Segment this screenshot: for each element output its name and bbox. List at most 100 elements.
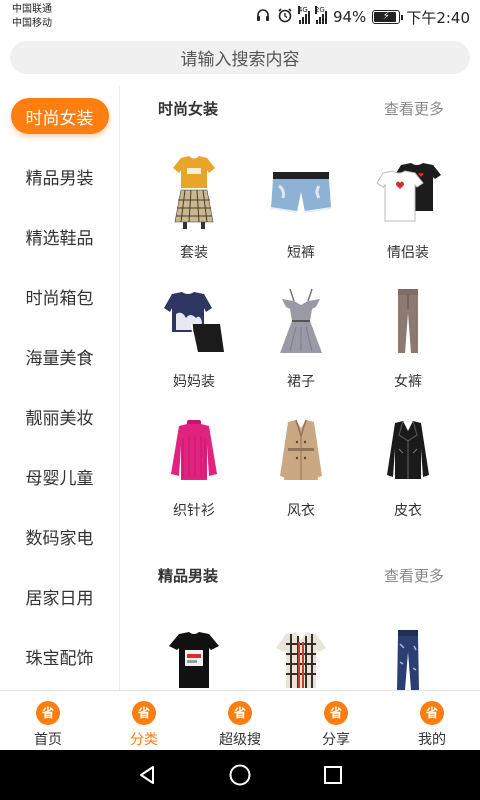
- home-icon: 省: [36, 701, 60, 725]
- subcategory-trench-coat[interactable]: 风衣: [248, 410, 355, 539]
- sidebar-item-bags[interactable]: 时尚箱包: [0, 266, 119, 326]
- sidebar-item-shoes[interactable]: 精选鞋品: [0, 206, 119, 266]
- bottom-tab-bar: 省 首页 省 分类 省 超级搜 省 分享 省 我的: [0, 690, 480, 750]
- sidebar-item-label: 珠宝配饰: [25, 648, 94, 669]
- category-icon: 省: [132, 701, 156, 725]
- leather-jacket-image: [373, 414, 443, 488]
- sidebar-item-label: 时尚女装: [10, 98, 109, 134]
- tab-home[interactable]: 省 首页: [0, 691, 96, 750]
- section-title: 精品男装: [158, 567, 219, 585]
- battery-icon: ⚡: [372, 10, 404, 24]
- tab-label: 超级搜: [219, 732, 261, 748]
- sidebar-item-label: 靓丽美妆: [25, 408, 94, 429]
- status-bar: 中国联通 中国移动 4G 2G 94% ⚡ 下午2:40: [0, 0, 480, 34]
- system-navigation-bar: [0, 750, 480, 800]
- tab-label: 分类: [130, 732, 158, 748]
- trench-coat-image: [266, 414, 336, 488]
- subcategory-label: 织针衫: [173, 503, 215, 519]
- plaid-shirt-image: [266, 623, 336, 690]
- sidebar-item-label: 数码家电: [25, 528, 94, 549]
- sidebar-item-label: 精品男装: [25, 168, 94, 189]
- dress-image: [266, 285, 336, 359]
- men-tshirt-image: [159, 623, 229, 690]
- outfit-set-image: [159, 156, 229, 230]
- search-placeholder: 请输入搜索内容: [180, 50, 300, 70]
- headset-icon: [255, 7, 271, 27]
- share-icon: 省: [324, 701, 348, 725]
- tab-super-search[interactable]: 省 超级搜: [192, 691, 288, 750]
- subcategory-skirt[interactable]: 裙子: [248, 281, 355, 410]
- carrier-2: 中国移动: [12, 18, 52, 29]
- sidebar-item-label: 时尚箱包: [25, 288, 94, 309]
- see-more-link[interactable]: 查看更多: [384, 98, 444, 119]
- subcategory-item[interactable]: [141, 619, 248, 690]
- subcategory-couple-wear[interactable]: 情侣装: [355, 152, 462, 281]
- subcategory-label: 短裤: [287, 245, 315, 261]
- men-jeans-image: [373, 623, 443, 690]
- subcategory-label: 裙子: [287, 374, 315, 390]
- search-input[interactable]: 请输入搜索内容: [10, 41, 470, 74]
- sidebar-item-label: 母婴儿童: [25, 468, 94, 489]
- status-icons: 4G 2G 94% ⚡ 下午2:40: [255, 6, 470, 28]
- recents-icon[interactable]: [321, 763, 345, 787]
- signal-icon-sim1: 4G: [297, 6, 310, 24]
- category-sidebar: 时尚女装 精品男装 精选鞋品 时尚箱包 海量美食 靓丽美妆 母婴儿童 数码家电 …: [0, 86, 120, 690]
- sidebar-item-beauty[interactable]: 靓丽美妆: [0, 386, 119, 446]
- see-more-link[interactable]: 查看更多: [384, 565, 444, 586]
- super-search-icon: 省: [228, 701, 252, 725]
- sidebar-item-jewelry[interactable]: 珠宝配饰: [0, 626, 119, 686]
- sidebar-item-food[interactable]: 海量美食: [0, 326, 119, 386]
- alarm-icon: [277, 7, 293, 27]
- sidebar-item-men-fashion[interactable]: 精品男装: [0, 146, 119, 206]
- carrier-1: 中国联通: [12, 4, 52, 15]
- sidebar-item-baby-kids[interactable]: 母婴儿童: [0, 446, 119, 506]
- home-circle-icon[interactable]: [228, 763, 252, 787]
- subcategory-label: 皮衣: [394, 503, 422, 519]
- subcategory-outfit-set[interactable]: 套装: [141, 152, 248, 281]
- subcategory-grid: 套装 短裤 情侣装 妈妈装 裙子 女裤 织针衫 风衣 皮衣: [122, 130, 480, 539]
- mom-outfit-image: [159, 285, 229, 359]
- category-content: 时尚女装 查看更多 套装 短裤 情侣装 妈妈装 裙子 女裤 织针衫 风衣 皮衣 …: [122, 86, 480, 690]
- section-men-fashion: 精品男装 查看更多: [122, 553, 480, 690]
- subcategory-mom-wear[interactable]: 妈妈装: [141, 281, 248, 410]
- tab-label: 我的: [418, 732, 446, 748]
- clock: 下午2:40: [406, 8, 470, 27]
- network-type-2: 2G: [314, 6, 325, 14]
- tab-label: 首页: [34, 732, 62, 748]
- subcategory-leather-jacket[interactable]: 皮衣: [355, 410, 462, 539]
- sidebar-item-women-fashion[interactable]: 时尚女装: [0, 86, 119, 146]
- section-header: 精品男装 查看更多: [122, 553, 480, 597]
- subcategory-women-pants[interactable]: 女裤: [355, 281, 462, 410]
- sidebar-item-label: 居家日用: [25, 588, 94, 609]
- network-type-1: 4G: [297, 6, 308, 14]
- tab-profile[interactable]: 省 我的: [384, 691, 480, 750]
- tab-share[interactable]: 省 分享: [288, 691, 384, 750]
- sidebar-item-label: 精选鞋品: [25, 228, 94, 249]
- knit-sweater-image: [159, 414, 229, 488]
- subcategory-label: 风衣: [287, 503, 315, 519]
- section-header: 时尚女装 查看更多: [122, 86, 480, 130]
- profile-icon: 省: [420, 701, 444, 725]
- subcategory-knitwear[interactable]: 织针衫: [141, 410, 248, 539]
- tab-category[interactable]: 省 分类: [96, 691, 192, 750]
- sidebar-item-home[interactable]: 居家日用: [0, 566, 119, 626]
- subcategory-item[interactable]: [355, 619, 462, 690]
- section-women-fashion: 时尚女装 查看更多 套装 短裤 情侣装 妈妈装 裙子 女裤 织针衫 风衣 皮衣: [122, 86, 480, 539]
- subcategory-item[interactable]: [248, 619, 355, 690]
- back-icon[interactable]: [135, 763, 159, 787]
- subcategory-label: 套装: [180, 245, 208, 261]
- couple-tshirts-image: [373, 156, 443, 230]
- sidebar-item-label: 海量美食: [25, 348, 94, 369]
- carrier-info: 中国联通 中国移动: [12, 3, 52, 31]
- charging-icon: ⚡: [382, 11, 390, 22]
- subcategory-grid: [122, 597, 480, 690]
- subcategory-shorts[interactable]: 短裤: [248, 152, 355, 281]
- sidebar-item-electronics[interactable]: 数码家电: [0, 506, 119, 566]
- subcategory-label: 妈妈装: [173, 374, 215, 390]
- subcategory-label: 情侣装: [387, 245, 429, 261]
- signal-icon-sim2: 2G: [314, 6, 327, 24]
- women-pants-image: [373, 285, 443, 359]
- tab-label: 分享: [322, 732, 350, 748]
- subcategory-label: 女裤: [394, 374, 422, 390]
- battery-percent: 94%: [332, 8, 367, 26]
